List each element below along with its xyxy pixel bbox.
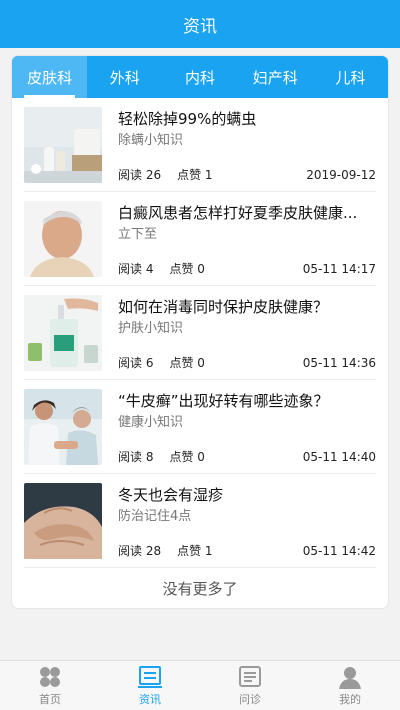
tab-obstetrics[interactable]: 妇产科 — [238, 56, 313, 98]
nurse-patient-image — [24, 388, 102, 465]
article-thumbnail — [24, 106, 102, 183]
article-thumbnail — [24, 388, 102, 465]
article-thumbnail — [24, 294, 102, 371]
read-count: 阅读 28 — [118, 543, 162, 558]
tab-internal-medicine[interactable]: 内科 — [162, 56, 237, 98]
tab-dermatology[interactable]: 皮肤科 — [12, 56, 88, 98]
nav-consult-label: 问诊 — [239, 692, 261, 706]
article-thumbnail — [24, 482, 102, 559]
read-count: 阅读 6 — [118, 355, 154, 370]
article-category: 健康小知识 — [118, 414, 184, 430]
home-grid-icon — [40, 666, 60, 687]
news-icon — [138, 665, 162, 688]
nav-home-label: 首页 — [39, 692, 61, 706]
consult-icon — [239, 665, 261, 687]
article-title: 如何在消毒同时保护皮肤健康？ — [118, 297, 329, 316]
read-count: 阅读 4 — [118, 261, 154, 276]
article-date: 05-11 14:42 — [302, 543, 376, 558]
page-title: 资讯 — [183, 16, 217, 37]
article-title: “牛皮癣”出现好转有哪些迹象？ — [118, 391, 329, 410]
page-header: 资讯 — [0, 0, 400, 48]
article-category: 立下至 — [118, 226, 158, 242]
article-title: 冬天也会有湿疹 — [118, 485, 224, 504]
like-count: 点赞 0 — [169, 261, 205, 276]
bottom-navigation: 首页 资讯 问诊 我的 — [0, 660, 400, 710]
article-category: 防治记住4点 — [118, 508, 192, 524]
article-thumbnail — [24, 200, 102, 277]
category-tabs: 皮肤科 外科 内科 妇产科 儿科 — [12, 56, 388, 98]
article-date: 05-11 14:36 — [302, 355, 376, 370]
nav-consult[interactable]: 问诊 — [200, 661, 300, 710]
article-date: 2019-09-12 — [306, 167, 376, 182]
nav-news-label: 资讯 — [139, 692, 161, 706]
article-date: 05-11 14:17 — [302, 261, 376, 276]
nav-profile-label: 我的 — [339, 692, 361, 706]
article-item[interactable]: 白癜风患者怎样打好夏季皮肤健康... 立下至 阅读 4 点赞 0 05-11 1… — [24, 192, 376, 286]
article-item[interactable]: 如何在消毒同时保护皮肤健康？ 护肤小知识 阅读 6 点赞 0 05-11 14:… — [24, 286, 376, 380]
like-count: 点赞 0 — [169, 355, 205, 370]
nav-profile[interactable]: 我的 — [300, 661, 400, 710]
article-item[interactable]: “牛皮癣”出现好转有哪些迹象？ 健康小知识 阅读 8 点赞 0 05-11 14… — [24, 380, 376, 474]
like-count: 点赞 1 — [177, 167, 213, 182]
article-category: 护肤小知识 — [118, 320, 184, 336]
list-end-message: 没有更多了 — [162, 579, 238, 598]
tab-surgery[interactable]: 外科 — [87, 56, 162, 98]
user-icon — [339, 666, 361, 689]
tab-pediatrics[interactable]: 儿科 — [313, 56, 388, 98]
bathroom-image — [24, 106, 102, 183]
read-count: 阅读 8 — [118, 449, 154, 464]
article-item[interactable]: 轻松除掉99%的螨虫 除螨小知识 阅读 26 点赞 1 2019-09-12 — [24, 98, 376, 192]
read-count: 阅读 26 — [118, 167, 162, 182]
article-list: 轻松除掉99%的螨虫 除螨小知识 阅读 26 点赞 1 2019-09-12 白… — [12, 98, 388, 568]
sanitizer-image — [24, 294, 102, 371]
like-count: 点赞 1 — [177, 543, 213, 558]
elderly-man-image — [24, 200, 102, 277]
article-title: 白癜风患者怎样打好夏季皮肤健康... — [118, 203, 358, 222]
article-item[interactable]: 冬天也会有湿疹 防治记住4点 阅读 28 点赞 1 05-11 14:42 — [24, 474, 376, 568]
article-title: 轻松除掉99%的螨虫 — [118, 109, 257, 128]
article-date: 05-11 14:40 — [302, 449, 376, 464]
hands-image — [24, 482, 102, 559]
news-card: 皮肤科 外科 内科 妇产科 儿科 轻松除掉99%的螨虫 除螨小知识 阅读 26 … — [12, 56, 388, 608]
article-category: 除螨小知识 — [118, 132, 184, 148]
nav-news[interactable]: 资讯 — [100, 661, 200, 710]
like-count: 点赞 0 — [169, 449, 205, 464]
nav-home[interactable]: 首页 — [0, 661, 100, 710]
